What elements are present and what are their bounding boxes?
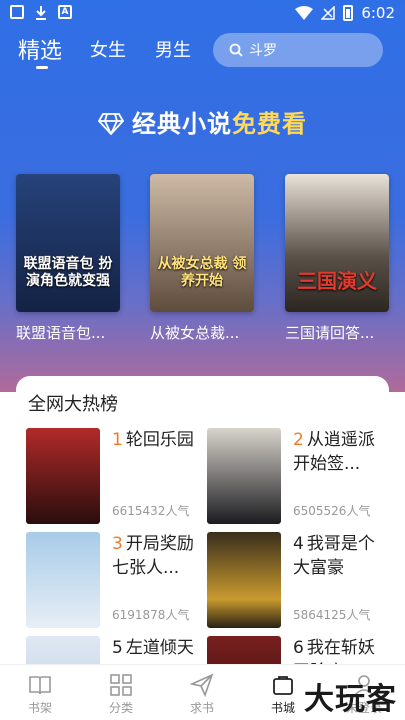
top-nav: 精选 女生 男生 斗罗 xyxy=(0,30,405,78)
book-cover: 从被女总裁 领养开始 xyxy=(150,174,254,312)
search-input[interactable]: 斗罗 xyxy=(213,33,383,67)
rank-number: 4 xyxy=(293,534,304,554)
book-cover xyxy=(207,428,281,524)
book-name: 轮回乐园 xyxy=(125,430,194,450)
book-cover xyxy=(26,428,100,524)
rank-number: 3 xyxy=(112,534,123,554)
book-cover xyxy=(207,532,281,628)
ranking-item[interactable]: 3 开局奖励七张人... 6191878人气 xyxy=(26,532,206,637)
rank-number: 1 xyxy=(112,430,123,450)
ranking-panel: 全网大热榜 1 轮回乐园 6615432人气 2 从逍遥派开始签... 650552… xyxy=(16,376,389,720)
nav-request-book[interactable]: 求书 xyxy=(172,673,232,716)
tab-featured[interactable]: 精选 xyxy=(18,33,62,65)
search-icon xyxy=(229,43,243,57)
hero-header: A 6:02 精选 女生 男生 斗罗 经典小说免费看 联盟语音包 扮演角色就变强… xyxy=(0,0,405,392)
wifi-icon xyxy=(295,6,314,20)
store-icon xyxy=(273,676,293,695)
rank-number: 6 xyxy=(293,638,304,658)
ranking-item-name: 3 开局奖励七张人... xyxy=(112,532,204,580)
tab-indicator xyxy=(36,66,48,69)
grid-icon xyxy=(110,674,132,696)
book-name: 开局奖励七张人... xyxy=(112,534,194,578)
diamond-icon xyxy=(98,113,124,135)
book-title: 从被女总裁... xyxy=(150,324,240,342)
book-title: 三国请回答... xyxy=(285,324,375,342)
book-icon xyxy=(29,676,51,695)
featured-book[interactable]: 从被女总裁 领养开始 从被女总裁... xyxy=(150,174,254,343)
book-name: 我哥是个大富豪 xyxy=(293,534,375,578)
popularity-count: 6615432人气 xyxy=(112,504,190,518)
rank-number: 5 xyxy=(112,638,123,658)
ranking-item[interactable]: 2 从逍遥派开始签... 6505526人气 xyxy=(207,428,387,533)
status-bar: A 6:02 xyxy=(0,0,405,28)
book-cover: 三国演义 xyxy=(285,174,389,312)
search-placeholder: 斗罗 xyxy=(249,43,277,59)
ranking-item-name: 5 左道倾天 xyxy=(112,636,204,660)
book-cover: 联盟语音包 扮演角色就变强 xyxy=(16,174,120,312)
banner-text-highlight: 免费看 xyxy=(232,110,307,138)
tab-female[interactable]: 女生 xyxy=(90,36,126,62)
nav-label: 书架 xyxy=(27,701,52,715)
popularity-count: 6505526人气 xyxy=(293,504,371,518)
nav-label: 求书 xyxy=(189,701,214,715)
gallery-notification-icon xyxy=(10,5,24,19)
nav-bookshelf[interactable]: 书架 xyxy=(10,673,70,716)
no-signal-icon xyxy=(321,6,336,20)
ranking-title: 全网大热榜 xyxy=(28,394,118,415)
ranking-item[interactable]: 1 轮回乐园 6615432人气 xyxy=(26,428,206,533)
nav-categories[interactable]: 分类 xyxy=(91,673,151,716)
nav-label: 分类 xyxy=(108,701,133,715)
app-notification-icon: A xyxy=(58,5,72,19)
nav-label: 书城 xyxy=(270,701,295,715)
book-name: 左道倾天 xyxy=(125,638,194,658)
cover-title: 联盟语音包 扮演角色就变强 xyxy=(23,256,113,289)
cover-title: 三国演义 xyxy=(297,269,377,293)
ranking-item-name: 4 我哥是个大富豪 xyxy=(293,532,385,580)
banner-text-main: 经典小说 xyxy=(132,110,232,138)
book-cover xyxy=(26,532,100,628)
ranking-item-name: 2 从逍遥派开始签... xyxy=(293,428,385,476)
book-name: 从逍遥派开始签... xyxy=(293,430,375,474)
featured-book[interactable]: 三国演义 三国请回答... xyxy=(285,174,389,343)
featured-book[interactable]: 联盟语音包 扮演角色就变强 联盟语音包... xyxy=(16,174,120,343)
download-notification-icon xyxy=(36,6,46,20)
status-time: 6:02 xyxy=(361,4,395,22)
ranking-item-name: 1 轮回乐园 xyxy=(112,428,204,452)
promo-banner-title: 经典小说免费看 xyxy=(0,104,405,139)
battery-icon xyxy=(343,5,354,21)
popularity-count: 6191878人气 xyxy=(112,608,190,622)
rank-number: 2 xyxy=(293,430,304,450)
watermark-logo: 大玩客 xyxy=(304,682,397,717)
tab-male[interactable]: 男生 xyxy=(155,36,191,62)
book-title: 联盟语音包... xyxy=(16,324,106,342)
ranking-item[interactable]: 4 我哥是个大富豪 5864125人气 xyxy=(207,532,387,637)
send-icon xyxy=(190,673,214,697)
popularity-count: 5864125人气 xyxy=(293,608,371,622)
cover-title: 从被女总裁 领养开始 xyxy=(157,256,247,289)
